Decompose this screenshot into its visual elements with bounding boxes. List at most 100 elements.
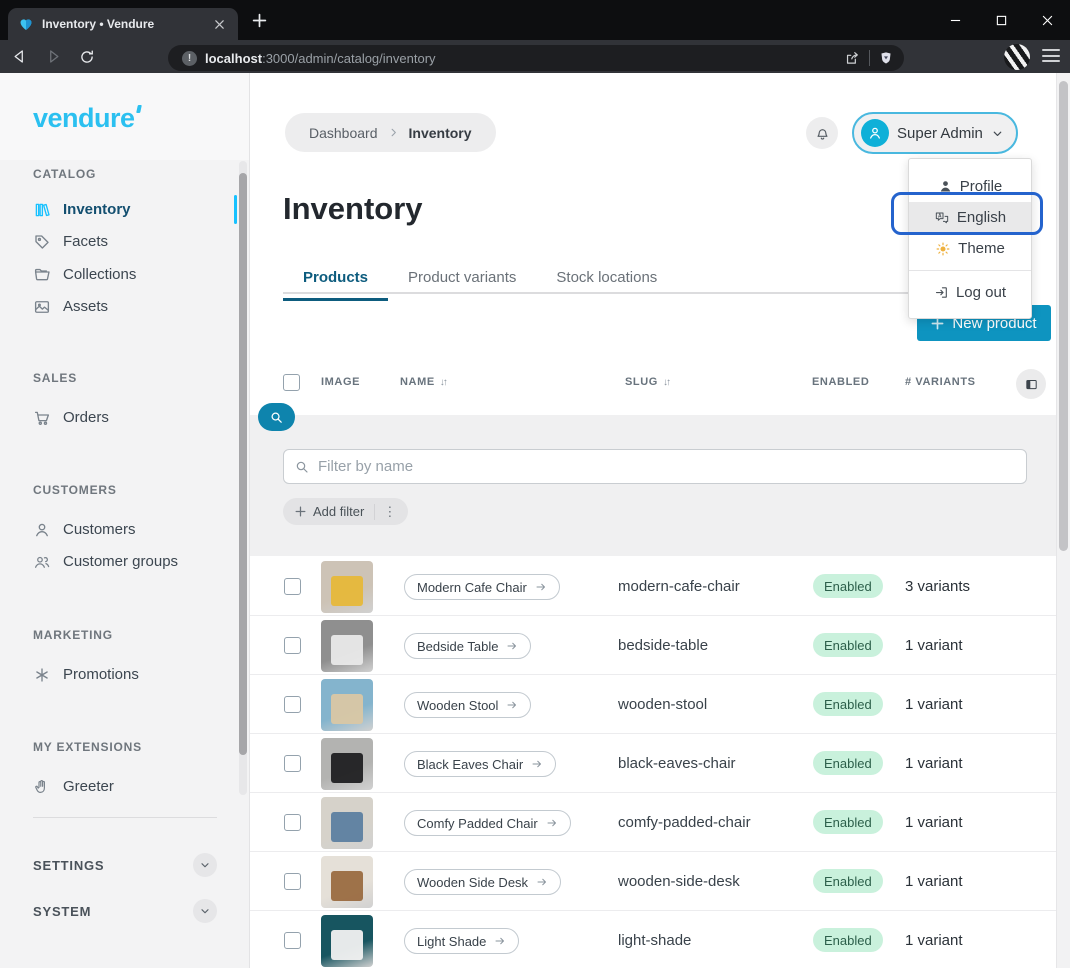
arrow-right-icon: [535, 581, 547, 593]
product-thumbnail: [321, 797, 373, 849]
browser-menu-icon[interactable]: [1042, 49, 1060, 62]
menu-item-logout[interactable]: Log out: [909, 277, 1031, 308]
status-badge: Enabled: [813, 928, 883, 952]
sidebar-item-inventory[interactable]: Inventory: [0, 195, 238, 224]
maximize-icon[interactable]: [978, 0, 1024, 40]
sidebar-item-facets[interactable]: Facets: [0, 227, 238, 256]
browser-profile-avatar[interactable]: [1004, 44, 1030, 70]
forward-icon[interactable]: [38, 43, 68, 71]
menu-item-theme[interactable]: Theme: [909, 233, 1031, 264]
toggle-search-button[interactable]: [258, 403, 295, 431]
notifications-button[interactable]: [806, 117, 838, 149]
tab-title: Inventory • Vendure: [42, 17, 202, 31]
row-checkbox[interactable]: [284, 696, 301, 713]
status-badge: Enabled: [813, 869, 883, 893]
section-label-customers: CUSTOMERS: [33, 483, 117, 497]
folder-icon: [33, 266, 51, 284]
breadcrumb: Dashboard Inventory: [285, 113, 496, 152]
share-icon[interactable]: [844, 50, 861, 67]
url-bar[interactable]: ! localhost:3000/admin/catalog/inventory: [168, 45, 904, 71]
column-header-name[interactable]: NAME↓↑: [400, 376, 446, 388]
product-slug: modern-cafe-chair: [618, 578, 740, 595]
tab-stock-locations[interactable]: Stock locations: [536, 261, 677, 301]
status-badge: Enabled: [813, 633, 883, 657]
vendure-favicon-icon: [18, 16, 34, 32]
product-thumbnail: [321, 679, 373, 731]
chevron-down-icon[interactable]: [193, 853, 217, 877]
page-scrollbar[interactable]: [1056, 73, 1070, 968]
tab-close-icon[interactable]: [210, 15, 228, 33]
variant-count: 1 variant: [905, 755, 963, 772]
sidebar-item-customer-groups[interactable]: Customer groups: [0, 547, 238, 576]
sidebar-item-collections[interactable]: Collections: [0, 260, 238, 289]
window-controls: [932, 0, 1070, 40]
sidebar-scrollbar-thumb[interactable]: [239, 173, 247, 755]
product-slug: light-shade: [618, 932, 691, 949]
browser-tab[interactable]: Inventory • Vendure: [8, 8, 238, 40]
filter-by-name-input[interactable]: [318, 458, 1016, 475]
search-icon: [294, 459, 310, 475]
sidebar-group-system[interactable]: SYSTEM: [33, 898, 217, 924]
column-settings-button[interactable]: [1016, 369, 1046, 399]
reload-icon[interactable]: [72, 43, 102, 71]
asterisk-icon: [33, 666, 51, 684]
user-dropdown-menu: Profile A English Theme Log out: [908, 158, 1032, 319]
svg-text:A: A: [938, 213, 942, 219]
sidebar-item-orders[interactable]: Orders: [0, 403, 238, 432]
close-window-icon[interactable]: [1024, 0, 1070, 40]
back-icon[interactable]: [4, 43, 34, 71]
variant-count: 1 variant: [905, 932, 963, 949]
brave-shield-icon[interactable]: [878, 50, 894, 66]
translate-icon: A: [934, 210, 950, 226]
column-header-slug[interactable]: SLUG↓↑: [625, 376, 669, 388]
browser-chrome: Inventory • Vendure: [0, 0, 1070, 73]
sidebar-group-settings[interactable]: SETTINGS: [33, 852, 217, 878]
row-checkbox[interactable]: [284, 578, 301, 595]
sidebar-item-promotions[interactable]: Promotions: [0, 660, 238, 689]
product-thumbnail: [321, 738, 373, 790]
select-all-checkbox[interactable]: [283, 374, 300, 391]
user-menu-button[interactable]: Super Admin: [852, 112, 1018, 154]
sort-icon[interactable]: ↓↑: [663, 377, 669, 388]
sidebar-divider: [33, 817, 217, 818]
menu-item-english[interactable]: A English: [909, 202, 1031, 233]
table-row: Comfy Padded Chair comfy-padded-chair En…: [250, 793, 1056, 852]
kebab-menu-icon[interactable]: ⋮: [374, 504, 404, 520]
row-checkbox[interactable]: [284, 932, 301, 949]
page-scrollbar-thumb[interactable]: [1059, 81, 1068, 551]
product-name-chip[interactable]: Bedside Table: [404, 633, 531, 659]
filter-input-wrap: [283, 449, 1027, 484]
add-filter-button[interactable]: Add filter ⋮: [283, 498, 408, 525]
product-name-chip[interactable]: Wooden Side Desk: [404, 869, 561, 895]
product-name-chip[interactable]: Black Eaves Chair: [404, 751, 556, 777]
chevron-down-icon[interactable]: [193, 899, 217, 923]
product-name-chip[interactable]: Modern Cafe Chair: [404, 574, 560, 600]
row-checkbox[interactable]: [284, 814, 301, 831]
toolbar-divider: [869, 50, 870, 66]
column-header-variants: # VARIANTS: [905, 376, 976, 388]
user-icon: [33, 521, 51, 539]
row-checkbox[interactable]: [284, 755, 301, 772]
row-checkbox[interactable]: [284, 873, 301, 890]
menu-item-profile[interactable]: Profile: [909, 171, 1031, 202]
url-text: localhost:3000/admin/catalog/inventory: [205, 51, 844, 66]
site-info-icon[interactable]: !: [182, 51, 197, 66]
sidebar-item-customers[interactable]: Customers: [0, 515, 238, 544]
product-name-chip[interactable]: Comfy Padded Chair: [404, 810, 571, 836]
sidebar-item-greeter[interactable]: Greeter: [0, 772, 238, 801]
breadcrumb-dashboard[interactable]: Dashboard: [309, 125, 378, 141]
page-title: Inventory: [283, 191, 423, 227]
product-name-chip[interactable]: Wooden Stool: [404, 692, 531, 718]
minimize-icon[interactable]: [932, 0, 978, 40]
new-tab-icon[interactable]: [252, 13, 267, 28]
tab-product-variants[interactable]: Product variants: [388, 261, 536, 301]
vendure-logo[interactable]: vendure: [33, 103, 135, 134]
tab-products[interactable]: Products: [283, 261, 388, 301]
product-name-chip[interactable]: Light Shade: [404, 928, 519, 954]
breadcrumb-inventory[interactable]: Inventory: [409, 125, 472, 141]
sidebar-item-assets[interactable]: Assets: [0, 292, 238, 321]
sort-icon[interactable]: ↓↑: [440, 377, 446, 388]
product-slug: bedside-table: [618, 637, 708, 654]
sun-icon: [935, 241, 951, 257]
row-checkbox[interactable]: [284, 637, 301, 654]
